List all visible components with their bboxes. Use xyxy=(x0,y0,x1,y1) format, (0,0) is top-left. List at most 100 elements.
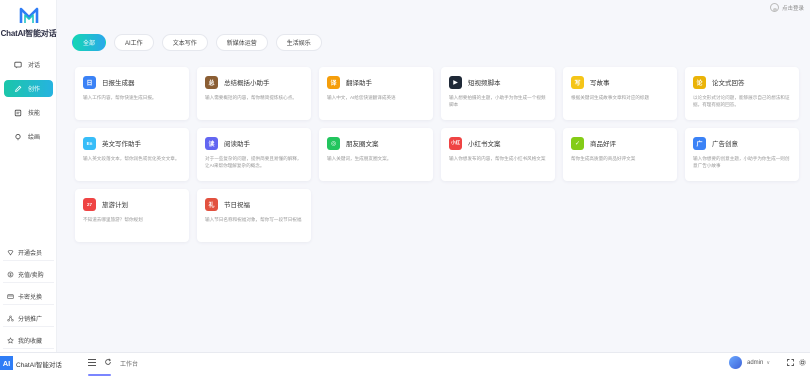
app-name: ChatAI智能对话 xyxy=(0,29,57,38)
chat-icon xyxy=(14,61,22,68)
user-avatar-icon xyxy=(769,3,779,12)
praise-icon: ✓ xyxy=(571,136,584,150)
user-menu[interactable]: admin ∨ xyxy=(728,356,770,369)
card-description: 对于一些复杂的问题，提供简要且易懂的解释，让AI来帮你理解复杂的概念。 xyxy=(205,156,302,168)
card-description: 输入英文段落文本，帮你润色或优化英文文章。 xyxy=(83,156,180,161)
card-header: ▶ 短视频脚本 xyxy=(449,75,547,89)
app-card-grid: 日日报生成器 输入工作内容，帮你快速生成日报。总总结概括小助手 输入需要概括的内容，… xyxy=(75,67,800,242)
refresh-icon[interactable] xyxy=(104,358,112,366)
app-card[interactable]: ✓ 商品好评帮你生成高质量的商品好评文案 xyxy=(563,128,677,181)
card-title: 英文写作助手 xyxy=(102,141,141,148)
sidebar: ChatAI智能对话 对话 创作 技能 绘画 开通会员 充值/卖购 卡密兑换 分… xyxy=(0,0,57,352)
app-card[interactable]: 写写故事 根据关键词生成故事文章和对应的标题 xyxy=(563,67,677,120)
card-title: 总结概括小助手 xyxy=(224,80,270,87)
app-card[interactable]: 27 旅游计划 不知道去哪里旅游？帮你规划 xyxy=(75,189,189,242)
recharge-icon xyxy=(7,271,14,277)
english-icon: En xyxy=(83,136,96,150)
nav-label: 对话 xyxy=(28,63,41,69)
active-tab-indicator xyxy=(88,374,111,376)
card-description: 输入你想发布的内容，帮你生成小红书风格文案 xyxy=(449,156,546,161)
books-icon: 论 xyxy=(693,75,706,89)
nav-item-chat[interactable]: 对话 xyxy=(4,56,53,73)
app-logo[interactable]: ChatAI智能对话 xyxy=(0,6,57,42)
briefcase-icon: 总 xyxy=(205,75,218,89)
app-card[interactable]: 小红 小红书文案输入你想发布的内容，帮你生成小红书风格文案 xyxy=(441,128,555,181)
login-label: 点击登录 xyxy=(781,5,804,12)
nav-item-skill[interactable]: 技能 xyxy=(4,104,53,121)
card-header: ◎ 朋友圈文案 xyxy=(327,136,425,150)
card-description: 输入节日名称和祝福对象，帮你写一段节日祝福 xyxy=(205,217,302,222)
card-description: 帮你生成高质量的商品好评文案 xyxy=(571,156,636,161)
card-title: 阅读助手 xyxy=(224,141,250,148)
app-card[interactable]: 总总结概括小助手输入需要概括的内容，帮你精简提炼核心点。 xyxy=(197,67,311,120)
chevron-down-icon: ∨ xyxy=(766,359,770,366)
app-card[interactable]: 日日报生成器 输入工作内容，帮你快速生成日报。 xyxy=(75,67,189,120)
card-title: 小红书文案 xyxy=(468,141,501,148)
card-title: 短视频脚本 xyxy=(468,80,501,87)
nav-item-create[interactable]: 创作 xyxy=(4,80,53,97)
nav-label: 创作 xyxy=(28,87,41,93)
app-card[interactable]: 礼节日祝福输入节日名称和祝福对象，帮你写一段节日祝福 xyxy=(197,189,311,242)
card-description: 以论文形式讨论问题，能够展示自己的想法和证据，有理有据的回答。 xyxy=(693,95,790,107)
card-title: 节日祝福 xyxy=(224,202,250,209)
card-header: 礼节日祝福 xyxy=(205,197,303,211)
paint-icon xyxy=(15,133,21,140)
footer-bar: AI ChatAI智能对话 工作台 admin ∨ xyxy=(0,352,810,377)
menu-favorites[interactable]: 我的收藏 xyxy=(3,332,54,349)
nav-label: 技能 xyxy=(28,111,41,117)
card-title: 商品好评 xyxy=(590,141,616,148)
menu-label: 卡密兑换 xyxy=(18,294,43,301)
app-card[interactable]: 译翻译助手输入中文，AI给您快速翻译成英语 xyxy=(319,67,433,120)
card-title: 广告创意 xyxy=(712,141,738,148)
share-icon xyxy=(7,315,14,321)
menu-toggle-icon[interactable] xyxy=(88,359,96,366)
menu-label: 充值/卖购 xyxy=(18,272,44,279)
footer-app-name: ChatAI智能对话 xyxy=(16,362,62,369)
star-icon xyxy=(7,336,14,343)
calendar-27-icon: 27 xyxy=(83,197,96,211)
card-header: 读阅读助手 xyxy=(205,136,303,150)
calendar-icon: 日 xyxy=(83,75,96,89)
tab-all[interactable]: 全部 xyxy=(72,34,107,51)
menu-distribution[interactable]: 分销推广 xyxy=(3,310,54,327)
nav-item-paint[interactable]: 绘画 xyxy=(4,128,53,145)
card-title: 朋友圈文案 xyxy=(346,141,379,148)
menu-open-vip[interactable]: 开通会员 xyxy=(3,244,54,261)
tab-new-media[interactable]: 新媒体运营 xyxy=(215,34,268,51)
xiaohongshu-icon: 小红 xyxy=(449,136,462,150)
card-title: 翻译助手 xyxy=(346,80,372,87)
megaphone-icon: 广 xyxy=(693,136,706,150)
translate-icon: 译 xyxy=(327,75,340,89)
app-card[interactable]: 论论文式回答以论文形式讨论问题，能够展示自己的想法和证据，有理有据的回答。 xyxy=(685,67,799,120)
menu-card-redeem[interactable]: 卡密兑换 xyxy=(3,288,54,305)
card-description: 输入需要概括的内容，帮你精简提炼核心点。 xyxy=(205,95,297,100)
tab-text-writing[interactable]: 文本写作 xyxy=(161,34,208,51)
app-card[interactable]: 广广告创意 输入你想要的创意主题，小助手为你生成一则创意广告小故事 xyxy=(685,128,799,181)
card-description: 输入中文，AI给您快速翻译成英语 xyxy=(327,95,396,100)
tab-life-entertainment[interactable]: 生活娱乐 xyxy=(275,34,322,51)
avatar xyxy=(728,356,742,369)
app-card[interactable]: En 英文写作助手输入英文段落文本，帮你润色或优化英文文章。 xyxy=(75,128,189,181)
card-description: 输入想要拍摄的主题，小助手为你生成一个视频脚本 xyxy=(449,95,546,107)
app-card[interactable]: ▶ 短视频脚本 输入想要拍摄的主题，小助手为你生成一个视频脚本 xyxy=(441,67,555,120)
gear-icon[interactable] xyxy=(799,359,806,366)
card-description: 输入工作内容，帮你快速生成日报。 xyxy=(83,95,157,100)
app-card[interactable]: ◎ 朋友圈文案 输入关键词，生成朋友圈文案。 xyxy=(319,128,433,181)
card-header: En 英文写作助手 xyxy=(83,136,181,150)
menu-recharge[interactable]: 充值/卖购 xyxy=(3,266,54,283)
bottom-menu: 开通会员 充值/卖购 卡密兑换 分销推广 我的收藏 xyxy=(0,244,57,354)
card-title: 论文式回答 xyxy=(712,80,745,87)
tab-ai-work[interactable]: AI工作 xyxy=(114,34,154,51)
menu-label: 分销推广 xyxy=(18,316,43,323)
pen-icon xyxy=(15,85,22,92)
menu-label: 我的收藏 xyxy=(18,338,43,345)
card-title: 写故事 xyxy=(590,80,610,87)
vip-icon xyxy=(7,249,14,255)
card-description: 不知道去哪里旅游？帮你规划 xyxy=(83,217,143,222)
card-header: 广广告创意 xyxy=(693,136,791,150)
app-card[interactable]: 读阅读助手对于一些复杂的问题，提供简要且易懂的解释，让AI来帮你理解复杂的概念。 xyxy=(197,128,311,181)
skill-icon xyxy=(14,109,22,116)
login-button[interactable]: 点击登录 xyxy=(769,3,804,12)
fullscreen-icon[interactable] xyxy=(787,359,794,366)
card-description: 根据关键词生成故事文章和对应的标题 xyxy=(571,95,650,100)
